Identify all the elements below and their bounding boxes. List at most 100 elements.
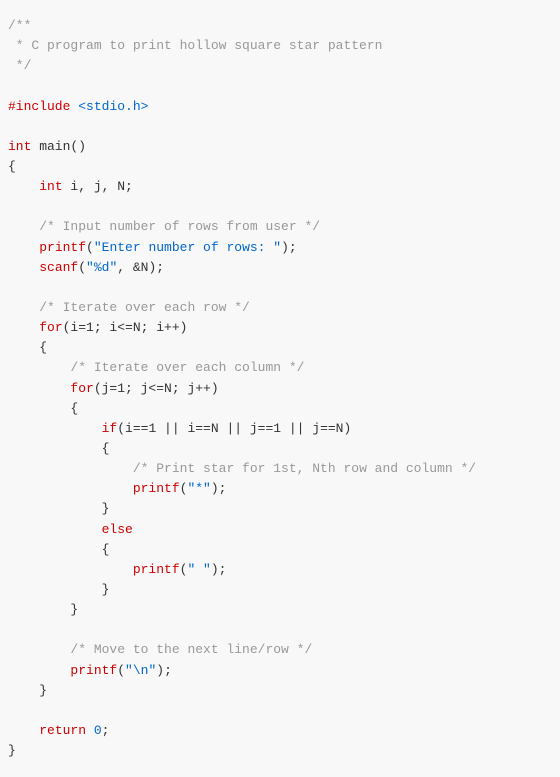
code-token-comment: /* Print star for 1st, Nth row and colum… [133,461,476,476]
code-line: { [8,439,548,459]
code-line: /* Iterate over each column */ [8,358,548,378]
code-token-normal [8,481,133,496]
code-line: * C program to print hollow square star … [8,36,548,56]
code-token-string: "\n" [125,663,156,678]
code-token-normal: } [8,683,47,698]
code-token-string: <stdio.h> [78,99,148,114]
code-token-function: scanf [39,260,78,275]
code-line: /* Print star for 1st, Nth row and colum… [8,459,548,479]
code-token-string: "%d" [86,260,117,275]
code-token-normal: ); [211,481,227,496]
code-line [8,197,548,217]
code-token-normal [8,381,70,396]
code-token-string: "Enter number of rows: " [94,240,281,255]
code-line: printf(" "); [8,560,548,580]
code-token-normal [8,522,102,537]
code-token-normal: { [8,159,16,174]
code-line [8,701,548,721]
code-token-normal: } [8,602,78,617]
code-line [8,117,548,137]
code-token-normal: } [8,501,109,516]
code-token-normal: ); [211,562,227,577]
code-token-normal: ( [117,663,125,678]
code-token-normal: } [8,743,16,758]
code-token-normal: (i=1; i<=N; i++) [63,320,188,335]
code-token-string: "*" [187,481,210,496]
code-token-keyword: return [39,723,86,738]
code-token-keyword: #include [8,99,70,114]
code-line: { [8,157,548,177]
code-token-function: printf [133,481,180,496]
code-token-normal: ( [78,260,86,275]
code-token-normal: ); [156,663,172,678]
code-line: { [8,338,548,358]
code-token-normal: i, j, N; [63,179,133,194]
code-line: if(i==1 || i==N || j==1 || j==N) [8,419,548,439]
code-line: } [8,600,548,620]
code-line [8,76,548,96]
code-line: int main() [8,137,548,157]
code-token-normal [8,320,39,335]
code-token-comment: /* Input number of rows from user */ [39,219,320,234]
code-token-number: 0 [94,723,102,738]
code-line [8,278,548,298]
code-token-normal [8,179,39,194]
code-token-keyword: for [70,381,93,396]
code-token-keyword: else [102,522,133,537]
code-line: #include <stdio.h> [8,97,548,117]
code-token-normal [86,723,94,738]
code-token-normal: (j=1; j<=N; j++) [94,381,219,396]
code-token-comment: /* Iterate over each row */ [39,300,250,315]
code-token-normal [8,360,70,375]
code-line: printf("\n"); [8,661,548,681]
code-line: { [8,399,548,419]
code-block: /** * C program to print hollow square s… [8,16,548,761]
code-token-comment: */ [8,58,31,73]
code-token-normal [8,240,39,255]
code-token-function: printf [133,562,180,577]
code-container: /** * C program to print hollow square s… [0,0,560,777]
code-token-function: printf [70,663,117,678]
code-token-normal: (i==1 || i==N || j==1 || j==N) [117,421,351,436]
code-token-comment: /** [8,18,31,33]
code-line: /** [8,16,548,36]
code-token-normal: { [8,441,109,456]
code-token-normal [8,663,70,678]
code-token-comment: /* Move to the next line/row */ [70,642,312,657]
code-token-normal [8,461,133,476]
code-token-normal: main() [31,139,86,154]
code-token-normal [8,300,39,315]
code-line: /* Iterate over each row */ [8,298,548,318]
code-token-normal [8,260,39,275]
code-token-normal: ); [281,240,297,255]
code-line: /* Move to the next line/row */ [8,640,548,660]
code-line: printf("Enter number of rows: "); [8,238,548,258]
code-token-normal: } [8,582,109,597]
code-line: } [8,681,548,701]
code-token-normal: , &N); [117,260,164,275]
code-token-normal: ( [86,240,94,255]
code-token-keyword: for [39,320,62,335]
code-line: } [8,741,548,761]
code-token-normal [8,642,70,657]
code-line: /* Input number of rows from user */ [8,217,548,237]
code-line: int i, j, N; [8,177,548,197]
code-line: */ [8,56,548,76]
code-token-normal [8,219,39,234]
code-line: else [8,520,548,540]
code-line: printf("*"); [8,479,548,499]
code-line: { [8,540,548,560]
code-token-comment: /* Iterate over each column */ [70,360,304,375]
code-token-keyword: int [39,179,62,194]
code-token-normal [8,421,102,436]
code-line: return 0; [8,721,548,741]
code-token-normal: { [8,542,109,557]
code-line: scanf("%d", &N); [8,258,548,278]
code-line: } [8,580,548,600]
code-token-normal: { [8,401,78,416]
code-token-comment: * C program to print hollow square star … [8,38,382,53]
code-line: } [8,499,548,519]
code-token-function: printf [39,240,86,255]
code-token-normal: ; [102,723,110,738]
code-token-normal [8,562,133,577]
